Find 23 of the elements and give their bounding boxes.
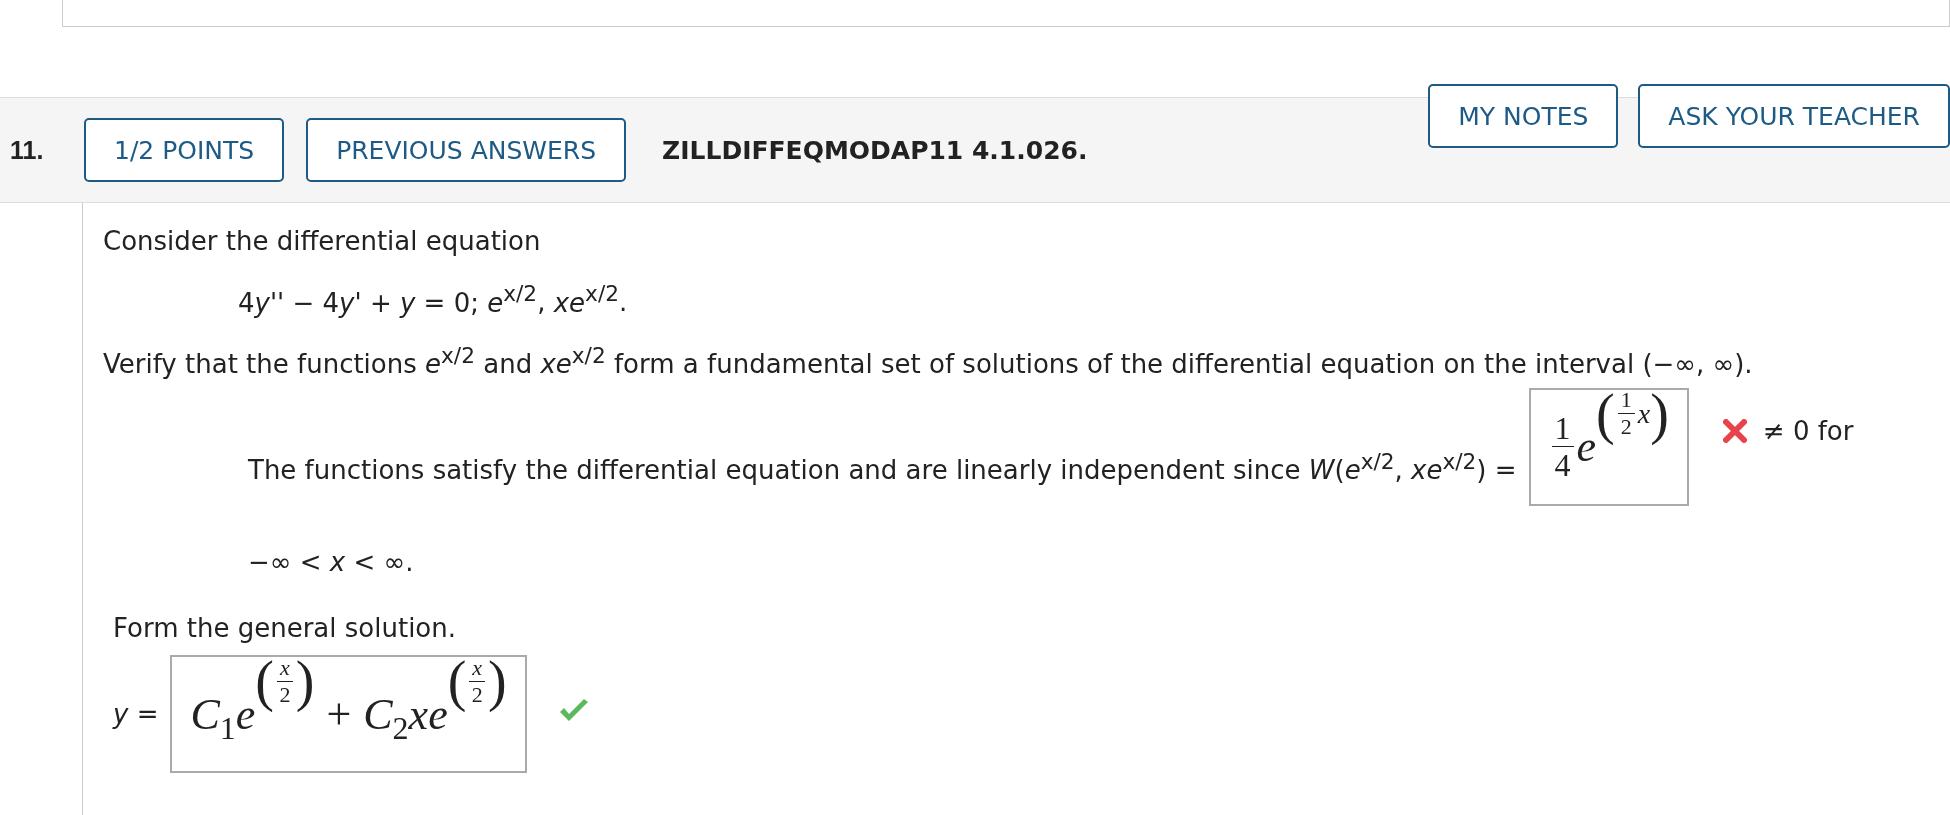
condition-text: ≠ 0 for xyxy=(1762,415,1854,446)
statement-text: The functions satisfy the differential equation and are linearly independent since W(e$^{x/2}$, xe$^{x/2}$) = xyxy=(248,448,1517,485)
constant: C xyxy=(363,688,393,740)
fraction: 1 4 xyxy=(1551,412,1574,482)
problem-id: ZILLDIFFEQMODAP11 4.1.026. xyxy=(662,135,1089,165)
lhs-text: y = xyxy=(113,699,159,730)
intro-text: Consider the differential equation xyxy=(103,226,541,256)
points-button[interactable]: 1/2 POINTS xyxy=(84,118,285,182)
question-number: 11. xyxy=(10,135,45,165)
previous-answers-button[interactable]: PREVIOUS ANSWERS xyxy=(306,118,627,182)
factor: e xyxy=(235,689,256,740)
subscript: 1 xyxy=(219,709,236,747)
constant: C xyxy=(190,688,220,740)
prompt-text: Form the general solution. xyxy=(113,612,456,643)
notes-button[interactable]: MY NOTES xyxy=(1428,84,1619,148)
subscript: 2 xyxy=(392,709,409,747)
ask-teacher-button[interactable]: ASK YOUR TEACHER xyxy=(1638,84,1950,148)
plus-sign: + xyxy=(326,688,352,740)
exponential-base: e xyxy=(1576,421,1597,473)
instruction-text: Verify that the functions e$^{x/2}$ and xe$^{x/2}$ form a fundamental set of solutions of the differential equation on the interval (−∞, ∞). xyxy=(103,348,1753,379)
interval-text: −∞ < x < ∞. xyxy=(248,546,414,577)
equation: 4y'' − 4y' + y = 0; e$^{x/2}$, xe$^{x/2}$. xyxy=(238,287,628,318)
factor: xe xyxy=(408,688,448,740)
